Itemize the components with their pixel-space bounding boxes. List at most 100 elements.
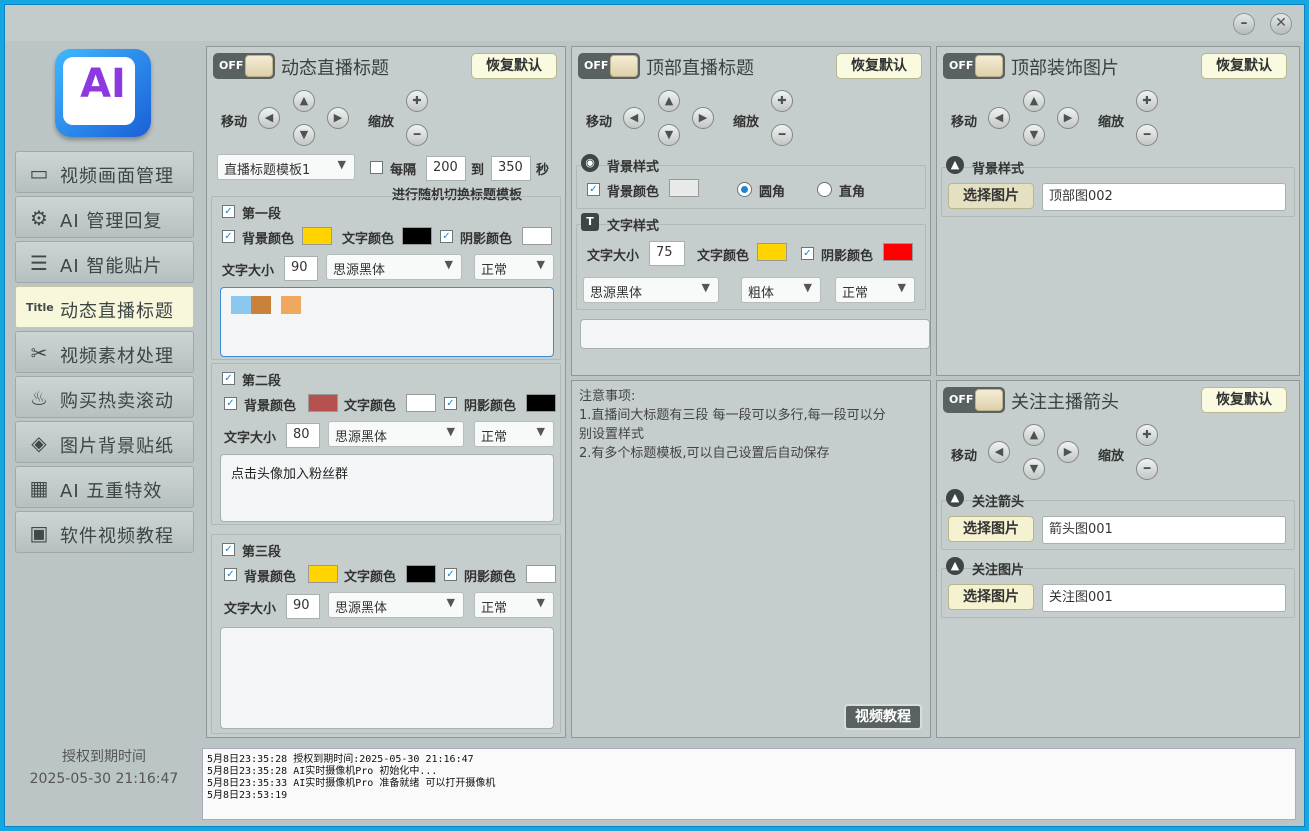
template-select[interactable]: 直播标题模板1 ▼ [217,154,355,180]
zoom-out-icon[interactable]: ━ [1136,458,1158,480]
segment-1-checkbox[interactable]: ✓ [222,205,235,218]
sidebar-item-hot-scroll[interactable]: ♨ 购买热卖滚动 [15,376,194,418]
reset-button[interactable]: 恢复默认 [471,53,557,79]
shadow-checkbox[interactable]: ✓ [801,247,814,260]
style-select[interactable]: 正常 ▼ [474,421,554,447]
font-select[interactable]: 思源黑体 ▼ [328,421,464,447]
image-name-field[interactable]: 顶部图002 [1042,183,1286,211]
font-select[interactable]: 思源黑体 ▼ [328,592,464,618]
arrow-up-icon[interactable]: ▲ [658,90,680,112]
interval-from-input[interactable]: 200 [426,156,466,181]
segment-2-checkbox[interactable]: ✓ [222,372,235,385]
video-tutorial-button[interactable]: 视频教程 [844,704,922,730]
bg-color-swatch[interactable] [308,565,338,583]
arrow-down-icon[interactable]: ▼ [1023,124,1045,146]
arrow-right-icon[interactable]: ▶ [692,107,714,129]
style-select[interactable]: 正常 ▼ [474,254,554,280]
bg-color-swatch[interactable] [308,394,338,412]
toggle-switch[interactable]: OFF [213,53,275,79]
zoom-out-icon[interactable]: ━ [1136,124,1158,146]
bg-color-checkbox[interactable]: ✓ [222,230,235,243]
arrow-up-icon[interactable]: ▲ [1023,424,1045,446]
panel-follow-arrow: OFF 关注主播箭头 恢复默认 移动 ◀ ▲ ▼ ▶ 缩放 ✚ ━ ▲ 关注箭头… [936,380,1300,738]
arrow-right-icon[interactable]: ▶ [1057,107,1079,129]
weight-select[interactable]: 粗体 ▼ [741,277,821,303]
style-select[interactable]: 正常 ▼ [835,277,915,303]
minus-circle-icon[interactable]: – [1233,13,1255,35]
arrow-right-icon[interactable]: ▶ [327,107,349,129]
toggle-switch[interactable]: OFF [943,387,1005,413]
segment-2-textarea[interactable]: 点击头像加入粉丝群 [220,454,554,522]
font-select[interactable]: 思源黑体 ▼ [326,254,462,280]
shadow-checkbox[interactable]: ✓ [444,397,457,410]
arrow-up-icon[interactable]: ▲ [293,90,315,112]
text-color-swatch[interactable] [406,394,436,412]
zoom-in-icon[interactable]: ✚ [1136,90,1158,112]
zoom-in-icon[interactable]: ✚ [406,90,428,112]
segment-3-title: 第三段 [242,545,282,560]
reset-button[interactable]: 恢复默认 [1201,53,1287,79]
arrow-left-icon[interactable]: ◀ [258,107,280,129]
arrow-down-icon[interactable]: ▼ [658,124,680,146]
style-select[interactable]: 正常 ▼ [474,592,554,618]
text-color-swatch[interactable] [406,565,436,583]
arrow-down-icon[interactable]: ▼ [293,124,315,146]
font-size-input[interactable]: 90 [284,256,318,281]
sidebar-item-ai-reply[interactable]: ⚙ AI 管理回复 [15,196,194,238]
segment-3-checkbox[interactable]: ✓ [222,543,235,556]
arrow-left-icon[interactable]: ◀ [988,107,1010,129]
arrow-left-icon[interactable]: ◀ [988,441,1010,463]
font-size-input[interactable]: 90 [286,594,320,619]
sidebar-item-ai-sticker[interactable]: ☰ AI 智能贴片 [15,241,194,283]
square-corner-radio[interactable] [817,182,832,197]
sidebar-item-bg-sticker[interactable]: ◈ 图片背景贴纸 [15,421,194,463]
text-t-icon: T [581,213,599,231]
bg-color-checkbox[interactable]: ✓ [224,397,237,410]
zoom-out-icon[interactable]: ━ [406,124,428,146]
shadow-color-swatch[interactable] [522,227,552,245]
choose-image-button[interactable]: 选择图片 [948,183,1034,209]
scissors-icon: ✂ [30,341,48,365]
image-name-field[interactable]: 关注图001 [1042,584,1286,612]
sidebar-item-video-manage[interactable]: ▭ 视频画面管理 [15,151,194,193]
reset-button[interactable]: 恢复默认 [1201,387,1287,413]
choose-image-button[interactable]: 选择图片 [948,516,1034,542]
arrow-left-icon[interactable]: ◀ [623,107,645,129]
sidebar-item-tutorial[interactable]: ▣ 软件视频教程 [15,511,194,553]
sidebar-item-ai-effects[interactable]: ▦ AI 五重特效 [15,466,194,508]
arrow-up-icon[interactable]: ▲ [1023,90,1045,112]
shadow-checkbox[interactable]: ✓ [444,568,457,581]
choose-image-button[interactable]: 选择图片 [948,584,1034,610]
zoom-in-icon[interactable]: ✚ [771,90,793,112]
sidebar-item-dynamic-title[interactable]: Title 动态直播标题 [15,286,194,328]
shadow-checkbox[interactable]: ✓ [440,230,453,243]
sidebar-item-video-material[interactable]: ✂ 视频素材处理 [15,331,194,373]
segment-1-textarea[interactable] [220,287,554,357]
toggle-switch[interactable]: OFF [578,53,640,79]
log-output[interactable]: 5月8日23:35:28 授权到期时间:2025-05-30 21:16:47 … [202,748,1296,820]
toggle-switch[interactable]: OFF [943,53,1005,79]
round-corner-radio[interactable] [737,182,752,197]
close-circle-icon[interactable]: ✕ [1270,13,1292,35]
arrow-down-icon[interactable]: ▼ [1023,458,1045,480]
shadow-color-swatch[interactable] [883,243,913,261]
font-select[interactable]: 思源黑体 ▼ [583,277,719,303]
zoom-in-icon[interactable]: ✚ [1136,424,1158,446]
interval-checkbox[interactable] [370,161,383,174]
segment-3-textarea[interactable] [220,627,554,729]
bg-color-swatch[interactable] [302,227,332,245]
image-name-field[interactable]: 箭头图001 [1042,516,1286,544]
bg-color-checkbox[interactable]: ✓ [224,568,237,581]
reset-button[interactable]: 恢复默认 [836,53,922,79]
font-size-input[interactable]: 80 [286,423,320,448]
font-size-input[interactable]: 75 [649,241,685,266]
shadow-color-swatch[interactable] [526,565,556,583]
zoom-out-icon[interactable]: ━ [771,124,793,146]
bg-color-checkbox[interactable]: ✓ [587,183,600,196]
interval-to-input[interactable]: 350 [491,156,531,181]
text-color-swatch[interactable] [402,227,432,245]
text-color-swatch[interactable] [757,243,787,261]
shadow-color-swatch[interactable] [526,394,556,412]
bg-color-swatch[interactable] [669,179,699,197]
arrow-right-icon[interactable]: ▶ [1057,441,1079,463]
